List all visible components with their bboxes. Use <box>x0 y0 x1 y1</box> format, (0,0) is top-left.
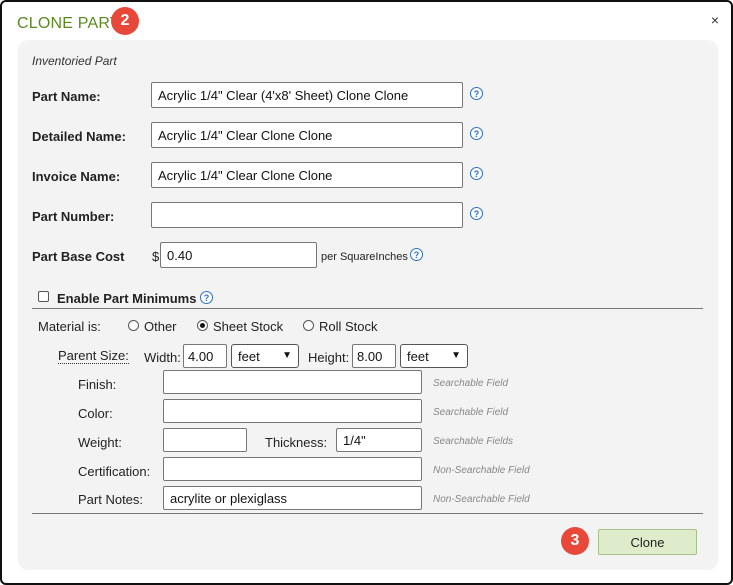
step-badge-3: 3 <box>561 527 589 555</box>
certification-hint: Non-Searchable Field <box>433 465 530 476</box>
help-icon[interactable]: ? <box>470 127 483 140</box>
base-cost-label: Part Base Cost <box>32 249 125 264</box>
material-radio-other[interactable] <box>128 320 139 331</box>
part-name-label: Part Name: <box>32 89 101 104</box>
thickness-label: Thickness: <box>265 435 328 450</box>
help-icon[interactable]: ? <box>470 87 483 100</box>
material-option-sheet-stock[interactable]: Sheet Stock <box>213 319 283 334</box>
material-option-roll-stock[interactable]: Roll Stock <box>319 319 378 334</box>
part-number-input[interactable] <box>151 202 463 228</box>
clone-part-dialog: CLONE PART 2 × Inventoried Part Part Nam… <box>0 0 733 585</box>
material-option-other[interactable]: Other <box>144 319 177 334</box>
clone-button[interactable]: Clone <box>598 529 697 555</box>
width-label: Width: <box>144 350 181 365</box>
enable-minimums-checkbox[interactable] <box>38 291 49 302</box>
dialog-title: CLONE PART <box>17 15 120 32</box>
certification-input[interactable] <box>163 457 422 481</box>
currency-symbol: $ <box>152 249 160 264</box>
section-subheading: Inventoried Part <box>32 54 117 68</box>
close-icon[interactable]: × <box>708 12 722 28</box>
part-notes-hint: Non-Searchable Field <box>433 494 530 505</box>
height-unit-select[interactable]: feet ▼ <box>400 344 468 368</box>
width-unit-value: feet <box>238 349 260 364</box>
color-input[interactable] <box>163 399 422 423</box>
invoice-name-input[interactable] <box>151 162 463 188</box>
base-cost-input[interactable] <box>160 242 317 268</box>
detailed-name-input[interactable] <box>151 122 463 148</box>
part-number-label: Part Number: <box>32 209 115 224</box>
divider <box>32 513 703 514</box>
part-name-input[interactable] <box>151 82 463 108</box>
chevron-down-icon: ▼ <box>451 350 461 361</box>
invoice-name-label: Invoice Name: <box>32 169 121 184</box>
width-unit-select[interactable]: feet ▼ <box>231 344 299 368</box>
material-radio-sheet-stock[interactable] <box>197 320 208 331</box>
help-icon[interactable]: ? <box>470 167 483 180</box>
cost-unit-label: per SquareInches <box>321 251 408 263</box>
detailed-name-label: Detailed Name: <box>32 129 126 144</box>
thickness-hint: Searchable Fields <box>433 436 514 447</box>
part-notes-input[interactable] <box>163 486 422 510</box>
height-unit-value: feet <box>407 349 429 364</box>
help-icon[interactable]: ? <box>410 248 423 261</box>
finish-input[interactable] <box>163 370 422 394</box>
weight-label: Weight: <box>78 435 122 450</box>
help-icon[interactable]: ? <box>470 207 483 220</box>
finish-label: Finish: <box>78 377 117 392</box>
certification-label: Certification: <box>78 464 151 479</box>
thickness-input[interactable] <box>336 428 422 452</box>
color-label: Color: <box>78 406 113 421</box>
color-hint: Searchable Field <box>433 407 509 418</box>
weight-input[interactable] <box>163 428 247 452</box>
chevron-down-icon: ▼ <box>282 350 292 361</box>
part-notes-label: Part Notes: <box>78 492 144 507</box>
finish-hint: Searchable Field <box>433 378 509 389</box>
divider <box>32 308 703 309</box>
height-label: Height: <box>308 350 350 365</box>
form-panel: Inventoried Part Part Name: ? Detailed N… <box>18 40 718 570</box>
material-label: Material is: <box>38 319 101 334</box>
parent-size-label: Parent Size: <box>58 348 129 364</box>
step-badge-2: 2 <box>111 7 139 35</box>
width-input[interactable] <box>183 344 227 368</box>
enable-minimums-label[interactable]: Enable Part Minimums <box>57 291 196 306</box>
height-input[interactable] <box>352 344 396 368</box>
help-icon[interactable]: ? <box>200 291 213 304</box>
material-radio-roll-stock[interactable] <box>303 320 314 331</box>
